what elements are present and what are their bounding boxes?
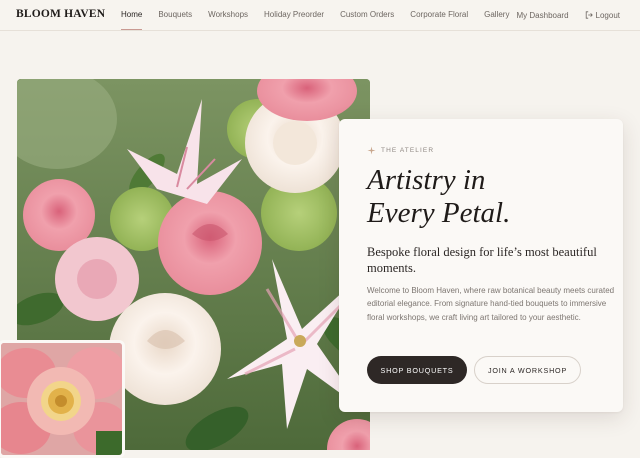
logout-label: Logout bbox=[595, 10, 620, 20]
headline-line-1: Artistry in bbox=[367, 164, 486, 196]
eyebrow: THE ATELIER bbox=[367, 146, 434, 155]
logout-button[interactable]: Logout bbox=[585, 11, 620, 20]
hero-body: Welcome to Bloom Haven, where raw botani… bbox=[367, 286, 615, 322]
nav-home[interactable]: Home bbox=[121, 0, 143, 30]
main-nav: Home Bouquets Workshops Holiday Preorder… bbox=[121, 0, 525, 30]
nav-workshops[interactable]: Workshops bbox=[208, 0, 248, 30]
brand-logo[interactable]: BLOOM HAVEN bbox=[16, 8, 105, 20]
shop-bouquets-button[interactable]: SHOP BOUQUETS bbox=[367, 356, 467, 384]
hero-headline: Artistry in Every Petal. bbox=[367, 164, 510, 230]
eyebrow-label: THE ATELIER bbox=[381, 147, 435, 154]
nav-gallery[interactable]: Gallery bbox=[484, 0, 509, 30]
account-links: My Dashboard Logout bbox=[517, 0, 621, 30]
hero-card: THE ATELIER Artistry in Every Petal. Bes… bbox=[339, 119, 623, 412]
sparkle-icon bbox=[367, 146, 376, 155]
headline-line-2: Every Petal. bbox=[367, 197, 511, 229]
nav-bouquets[interactable]: Bouquets bbox=[158, 0, 192, 30]
nav-corporate-floral[interactable]: Corporate Floral bbox=[410, 0, 468, 30]
join-workshop-button[interactable]: JOIN A WORKSHOP bbox=[474, 356, 581, 384]
logout-icon bbox=[585, 11, 593, 19]
hero-subhead: Bespoke floral design for life’s most be… bbox=[367, 245, 597, 275]
nav-custom-orders[interactable]: Custom Orders bbox=[340, 0, 394, 30]
inset-rose-photo bbox=[0, 340, 125, 458]
top-navigation-bar: BLOOM HAVEN Home Bouquets Workshops Holi… bbox=[0, 0, 640, 31]
my-dashboard-link[interactable]: My Dashboard bbox=[517, 11, 569, 20]
nav-holiday-preorder[interactable]: Holiday Preorder bbox=[264, 0, 324, 30]
